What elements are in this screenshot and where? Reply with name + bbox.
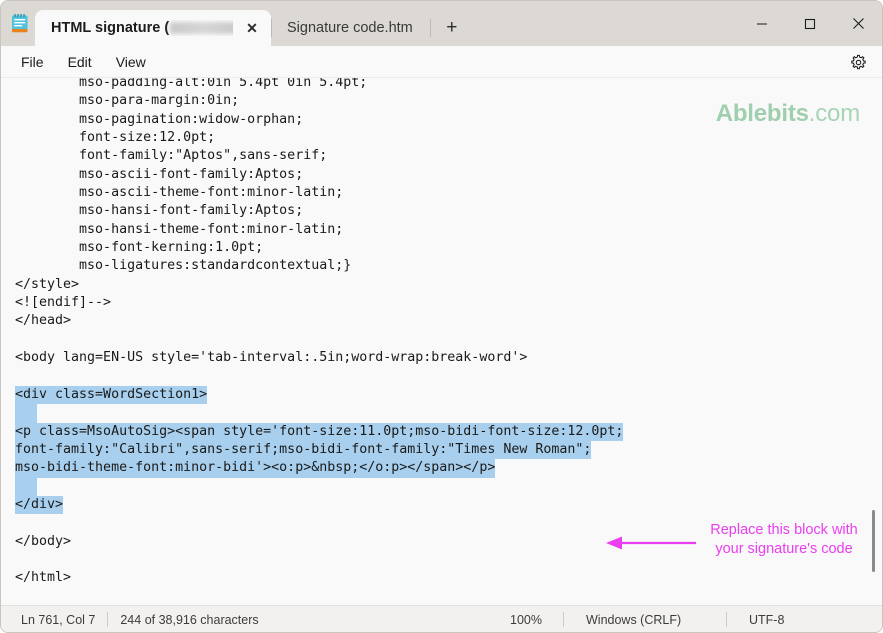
tab-html-signature[interactable]: HTML signature (@outlo ✕ <box>35 10 271 46</box>
gear-icon[interactable] <box>844 49 872 75</box>
separator <box>726 612 727 627</box>
selected-code-text: </div> <box>15 495 64 515</box>
close-button[interactable] <box>834 1 882 46</box>
watermark-brand: Ablebits <box>715 100 809 127</box>
code-text: <![endif]--> <box>15 295 112 311</box>
code-line: mso-pagination:widow-orphan; <box>15 111 623 129</box>
code-line: <div class=WordSection1> <box>15 385 623 405</box>
code-text: font-family:"Aptos",sans-serif; <box>15 148 328 164</box>
code-line: </html> <box>15 569 623 587</box>
watermark-tld: .com <box>808 100 860 127</box>
code-line: font-size:12.0pt; <box>15 129 623 147</box>
code-line: <p class=MsoAutoSig><span style='font-si… <box>15 422 624 441</box>
selected-code-text: font-family:"Calibri",sans-serif;mso-bid… <box>15 440 592 460</box>
tab-label: Signature code.htm <box>287 20 413 36</box>
code-line: </style> <box>15 276 623 294</box>
new-tab-button[interactable]: + <box>429 11 469 45</box>
code-text: mso-padding-alt:0in 5.4pt 0in 5.4pt; <box>15 78 368 90</box>
code-line: mso-ascii-theme-font:minor-latin; <box>15 184 623 202</box>
code-text: mso-font-kerning:1.0pt; <box>15 240 264 256</box>
menu-item-file[interactable]: File <box>9 50 56 74</box>
code-line: <![endif]--> <box>15 294 623 312</box>
separator <box>563 612 564 627</box>
code-line: mso-padding-alt:0in 5.4pt 0in 5.4pt; <box>15 78 623 92</box>
code-text: mso-ascii-theme-font:minor-latin; <box>15 185 344 201</box>
code-text: mso-para-margin:0in; <box>15 93 240 109</box>
code-line: <body lang=EN-US style='tab-interval:.5i… <box>15 349 623 367</box>
code-line <box>15 404 623 423</box>
maximize-button[interactable] <box>786 1 834 46</box>
code-line: mso-ligatures:standardcontextual;} <box>15 257 623 275</box>
encoding[interactable]: UTF-8 <box>749 613 784 627</box>
menu-bar: File Edit View <box>1 46 882 78</box>
code-text: mso-pagination:widow-orphan; <box>15 111 304 127</box>
close-icon[interactable]: ✕ <box>241 17 263 39</box>
menu-item-edit[interactable]: Edit <box>56 50 104 74</box>
status-bar: Ln 761, Col 7 244 of 38,916 characters 1… <box>1 605 882 632</box>
code-text: mso-ligatures:standardcontextual;} <box>15 258 352 274</box>
vertical-scrollbar[interactable] <box>866 78 880 605</box>
text-editor-area[interactable]: Ablebits.com mso-padding-alt:0in 5.4pt 0… <box>1 78 882 605</box>
menu-item-view[interactable]: View <box>104 50 158 74</box>
minimize-button[interactable] <box>738 1 786 46</box>
left-arrow-icon <box>606 536 696 550</box>
code-text: </head> <box>15 313 72 329</box>
code-line: mso-ascii-font-family:Aptos; <box>15 166 623 184</box>
code-text: mso-hansi-theme-font:minor-latin; <box>15 221 344 237</box>
notepad-window: HTML signature (@outlo ✕ Signature code.… <box>0 0 883 633</box>
code-line: mso-hansi-font-family:Aptos; <box>15 202 623 220</box>
ablebits-watermark: Ablebits.com <box>716 100 860 128</box>
zoom-level[interactable]: 100% <box>510 613 542 627</box>
code-text: </body> <box>15 533 72 549</box>
annotation-line-1: Replace this block with <box>710 522 858 538</box>
code-text: mso-hansi-font-family:Aptos; <box>15 203 304 219</box>
code-line: mso-bidi-theme-font:minor-bidi'><o:p>&nb… <box>15 459 623 478</box>
selected-code-text: <div class=WordSection1> <box>15 385 208 405</box>
selected-code-text: <p class=MsoAutoSig><span style='font-si… <box>15 422 624 441</box>
code-text: mso-ascii-font-family:Aptos; <box>15 166 304 182</box>
tab-label-prefix: HTML signature ( <box>51 20 170 36</box>
cursor-position: Ln 761, Col 7 <box>21 612 96 627</box>
code-line: mso-hansi-theme-font:minor-latin; <box>15 221 623 239</box>
code-line: mso-para-margin:0in; <box>15 92 623 110</box>
scrollbar-thumb[interactable] <box>872 510 875 572</box>
redacted-email-icon <box>170 22 233 35</box>
code-line: </div> <box>15 495 623 515</box>
window-controls <box>738 1 882 46</box>
code-line: </head> <box>15 312 623 330</box>
code-line: </body> <box>15 533 623 551</box>
line-ending[interactable]: Windows (CRLF) <box>586 613 681 627</box>
tab-signature-code[interactable]: Signature code.htm <box>271 10 429 46</box>
tab-label: HTML signature (@outlo <box>51 20 233 36</box>
selected-code-text <box>15 477 37 496</box>
separator <box>107 612 109 627</box>
code-text: </html> <box>15 570 72 586</box>
code-text: font-size:12.0pt; <box>15 130 216 146</box>
code-line <box>15 477 623 496</box>
annotation-line-2: your signature's code <box>715 541 853 557</box>
code-line: font-family:"Aptos",sans-serif; <box>15 147 623 165</box>
code-text: <body lang=EN-US style='tab-interval:.5i… <box>15 350 528 366</box>
selected-code-text <box>15 404 37 423</box>
code-text: </style> <box>15 276 80 292</box>
code-line: mso-font-kerning:1.0pt; <box>15 239 623 257</box>
selected-code-text: mso-bidi-theme-font:minor-bidi'><o:p>&nb… <box>15 459 496 478</box>
notepad-icon <box>7 1 33 46</box>
code-content[interactable]: mso-padding-alt:0in 5.4pt 0in 5.4pt; mso… <box>15 78 624 588</box>
code-line: font-family:"Calibri",sans-serif;mso-bid… <box>15 440 623 460</box>
title-bar: HTML signature (@outlo ✕ Signature code.… <box>1 1 882 46</box>
character-count: 244 of 38,916 characters <box>120 612 259 627</box>
annotation-callout: Replace this block with your signature's… <box>699 521 869 559</box>
